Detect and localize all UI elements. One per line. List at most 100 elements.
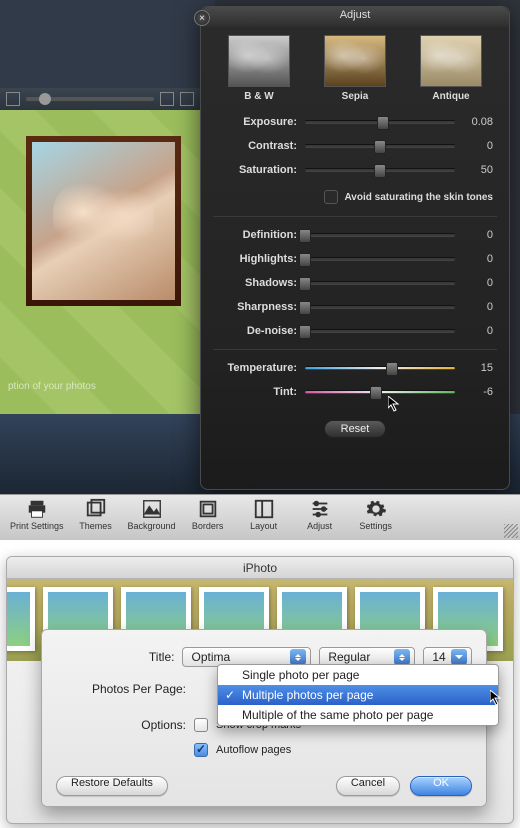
slider-row: Tint:-6 xyxy=(217,380,493,404)
toolbar-label: Settings xyxy=(352,521,400,531)
borders-icon xyxy=(197,498,219,520)
slider-track[interactable] xyxy=(305,144,455,148)
crop-marks-checkbox[interactable] xyxy=(194,718,208,732)
slider-track[interactable] xyxy=(305,305,455,309)
slider-row: Contrast:0 xyxy=(217,134,493,158)
preset-thumb xyxy=(228,35,290,87)
slider-knob[interactable] xyxy=(377,116,389,130)
toolbar-item-borders[interactable]: Borders xyxy=(180,498,236,540)
restore-defaults-button[interactable]: Restore Defaults xyxy=(56,776,168,796)
dropdown-item[interactable]: Single photo per page xyxy=(218,665,498,685)
slider-knob[interactable] xyxy=(299,253,311,267)
slider-track[interactable] xyxy=(305,281,455,285)
dropdown-item[interactable]: Multiple photos per page xyxy=(218,685,498,705)
slider-label: Shadows: xyxy=(217,277,297,289)
tool-icon[interactable] xyxy=(6,92,20,106)
themes-icon xyxy=(85,498,107,520)
page-background: ption of your photos xyxy=(0,110,215,414)
slider-label: Highlights: xyxy=(217,253,297,265)
slider-track[interactable] xyxy=(305,120,455,124)
slider-label: Contrast: xyxy=(217,140,297,152)
photo-frame[interactable] xyxy=(26,136,181,306)
slider-value: 0 xyxy=(463,325,493,337)
slider-row: De-noise: 0 xyxy=(217,319,493,343)
slider-row: Saturation: 50 xyxy=(217,158,493,182)
toolbar-item-themes[interactable]: Themes xyxy=(68,498,124,540)
slider-row: Temperature:15 xyxy=(217,356,493,380)
slider-row: Shadows:0 xyxy=(217,271,493,295)
slider-track[interactable] xyxy=(305,390,455,394)
preset-thumb xyxy=(420,35,482,87)
toolbar-label: Print Settings xyxy=(10,521,64,531)
slider-row: Exposure: 0.08 xyxy=(217,110,493,134)
slider-knob[interactable] xyxy=(374,164,386,178)
font-face-value: Optima xyxy=(191,650,230,664)
bottom-toolbar: Print Settings Themes Background Borders Lay… xyxy=(0,494,520,540)
slider-label: De-noise: xyxy=(217,325,297,337)
slider-value: 50 xyxy=(463,164,493,176)
photos-per-page-dropdown[interactable]: Single photo per pageMultiple photos per… xyxy=(217,664,499,726)
toolbar-item-print-settings[interactable]: Print Settings xyxy=(6,498,68,540)
preset-sepia[interactable]: Sepia xyxy=(324,35,386,102)
autoflow-checkbox[interactable] xyxy=(194,743,208,757)
slider-value: 0 xyxy=(463,229,493,241)
slider-track[interactable] xyxy=(305,329,455,333)
hand-icon[interactable] xyxy=(180,92,194,106)
preset-thumb xyxy=(324,35,386,87)
ok-button[interactable]: OK xyxy=(410,776,472,796)
slider-knob[interactable] xyxy=(374,140,386,154)
iphoto-window: iPhoto Title: Optima Regular 14 xyxy=(6,556,514,824)
preset-label: Antique xyxy=(420,91,482,102)
avoid-skin-tones-checkbox[interactable] xyxy=(324,190,338,204)
slider-knob[interactable] xyxy=(299,229,311,243)
slider-label: Saturation: xyxy=(217,164,297,176)
window-title: iPhoto xyxy=(7,557,513,579)
autoflow-label: Autoflow pages xyxy=(216,744,291,756)
title-label: Title: xyxy=(56,650,174,664)
adjust-panel: × Adjust B & W Sepia Antique Exposure:0.… xyxy=(200,6,510,490)
toolbar-item-adjust[interactable]: Adjust xyxy=(292,498,348,540)
panel-title-text: Adjust xyxy=(340,9,371,21)
editor-canvas: ption of your photos xyxy=(0,0,215,414)
photos-per-page-label: Photos Per Page: xyxy=(56,682,186,696)
slider-knob[interactable] xyxy=(299,277,311,291)
slider-label: Tint: xyxy=(217,386,297,398)
settings-icon xyxy=(365,498,387,520)
preset-bw[interactable]: B & W xyxy=(228,35,290,102)
printer-icon xyxy=(26,498,48,520)
toolbar-label: Background xyxy=(128,521,176,531)
slider-knob[interactable] xyxy=(299,325,311,339)
photo-icon[interactable] xyxy=(160,92,174,106)
options-label: Options: xyxy=(56,718,186,732)
slider-knob[interactable] xyxy=(299,301,311,315)
slider-value: 0.08 xyxy=(463,116,493,128)
close-icon[interactable]: × xyxy=(194,10,210,26)
toolbar-label: Layout xyxy=(240,521,288,531)
toolbar-label: Adjust xyxy=(296,521,344,531)
slider-row: Definition: 0 xyxy=(217,223,493,247)
toolbar-item-settings[interactable]: Settings xyxy=(348,498,404,540)
dropdown-item[interactable]: Multiple of the same photo per page xyxy=(218,705,498,725)
adjust-icon xyxy=(309,498,331,520)
slider-track[interactable] xyxy=(305,233,455,237)
toolbar-item-layout[interactable]: Layout xyxy=(236,498,292,540)
slider-track[interactable] xyxy=(305,168,455,172)
slider-track[interactable] xyxy=(305,257,455,261)
toolbar-item-background[interactable]: Background xyxy=(124,498,180,540)
settings-sheet: Title: Optima Regular 14 Photos Per Page… xyxy=(41,629,487,807)
zoom-slider[interactable] xyxy=(26,97,154,101)
slider-value: 0 xyxy=(463,253,493,265)
slider-knob[interactable] xyxy=(370,386,382,400)
slider-value: 15 xyxy=(463,362,493,374)
toolbar-label: Borders xyxy=(184,521,232,531)
slider-label: Definition: xyxy=(217,229,297,241)
layout-icon xyxy=(253,498,275,520)
slider-knob[interactable] xyxy=(386,362,398,376)
toolbar-label: Themes xyxy=(72,521,120,531)
background-icon xyxy=(141,498,163,520)
cancel-button[interactable]: Cancel xyxy=(336,776,400,796)
reset-button[interactable]: Reset xyxy=(324,420,387,438)
slider-label: Exposure: xyxy=(217,116,297,128)
slider-track[interactable] xyxy=(305,366,455,370)
preset-antique[interactable]: Antique xyxy=(420,35,482,102)
